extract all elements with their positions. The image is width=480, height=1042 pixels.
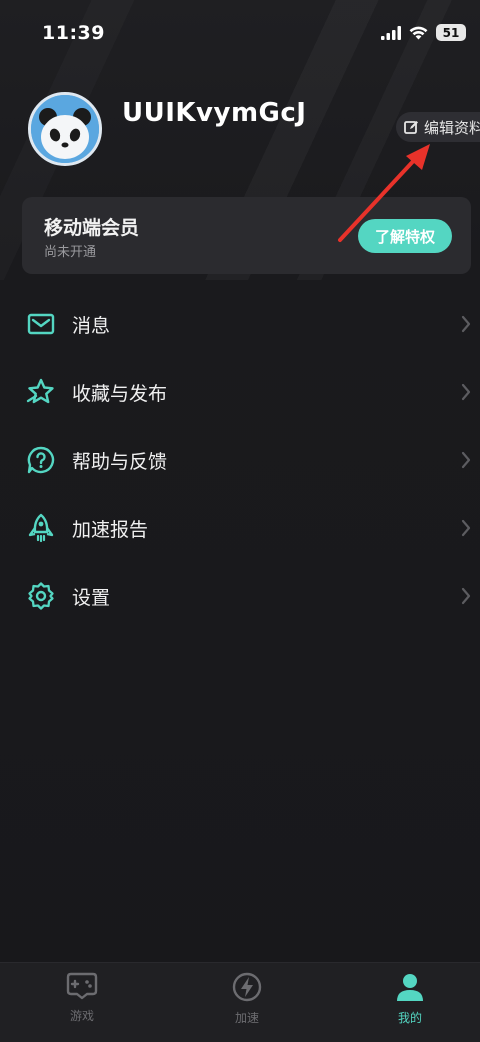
bottom-tab-bar: 游戏 加速 我的 xyxy=(0,962,480,1042)
learn-privileges-button[interactable]: 了解特权 xyxy=(358,219,452,253)
chevron-right-icon xyxy=(461,383,471,401)
tab-games[interactable]: 游戏 xyxy=(37,971,127,1037)
help-icon xyxy=(27,446,55,474)
menu-label-help: 帮助与反馈 xyxy=(72,451,168,473)
tab-label-mine: 我的 xyxy=(397,1011,422,1025)
menu-item-messages[interactable]: 消息 xyxy=(0,290,480,358)
menu-label-favorites: 收藏与发布 xyxy=(72,383,168,405)
tab-boost[interactable]: 加速 xyxy=(202,971,292,1037)
menu-item-favorites[interactable]: 收藏与发布 xyxy=(0,358,480,426)
mail-icon xyxy=(27,313,55,335)
menu-label-settings: 设置 xyxy=(72,587,111,609)
chevron-right-icon xyxy=(461,451,471,469)
tab-label-games: 游戏 xyxy=(69,1009,94,1023)
tab-label-boost: 加速 xyxy=(234,1011,259,1025)
status-time: 11:39 xyxy=(42,22,105,44)
profile-screen: 11:39 51 UUIKvymGcJ 编辑资料 移动端会员 尚未开通 了解特权… xyxy=(0,0,480,1042)
edit-icon xyxy=(404,120,418,134)
edit-profile-button[interactable]: 编辑资料 xyxy=(396,112,480,142)
member-title: 移动端会员 xyxy=(44,217,140,239)
menu-label-messages: 消息 xyxy=(72,315,111,337)
menu-list: 消息 收藏与发布 帮助与反馈 加速报告 设置 xyxy=(0,290,480,630)
tab-mine[interactable]: 我的 xyxy=(365,971,455,1037)
rocket-icon xyxy=(28,513,54,543)
panda-avatar-icon xyxy=(31,95,99,163)
member-card: 移动端会员 尚未开通 了解特权 xyxy=(22,197,471,274)
signal-icon xyxy=(381,25,401,40)
menu-label-boost-report: 加速报告 xyxy=(72,519,149,541)
menu-item-boost-report[interactable]: 加速报告 xyxy=(0,494,480,562)
status-icons: 51 xyxy=(381,24,466,41)
chevron-right-icon xyxy=(461,587,471,605)
lightning-icon xyxy=(232,972,262,1002)
status-bar: 11:39 51 xyxy=(0,0,480,66)
menu-item-settings[interactable]: 设置 xyxy=(0,562,480,630)
battery-indicator: 51 xyxy=(436,24,466,41)
gear-icon xyxy=(28,582,54,610)
menu-item-help[interactable]: 帮助与反馈 xyxy=(0,426,480,494)
gamepad-icon xyxy=(66,972,98,1000)
chevron-right-icon xyxy=(461,519,471,537)
avatar[interactable] xyxy=(28,92,102,166)
member-status: 尚未开通 xyxy=(44,245,97,260)
wifi-icon xyxy=(409,26,428,39)
user-icon xyxy=(397,974,423,1001)
star-icon xyxy=(26,378,54,404)
chevron-right-icon xyxy=(461,315,471,333)
username: UUIKvymGcJ xyxy=(122,98,307,128)
edit-profile-label: 编辑资料 xyxy=(424,118,480,137)
